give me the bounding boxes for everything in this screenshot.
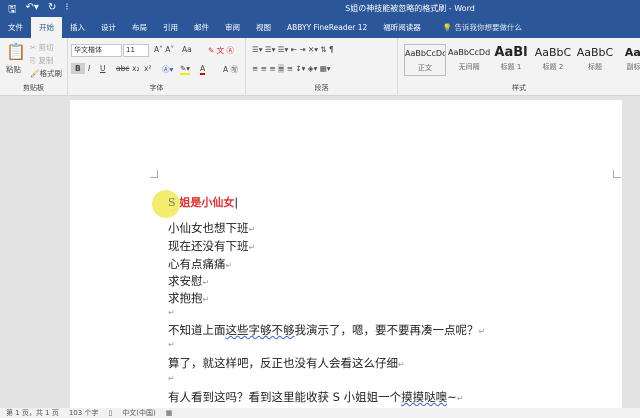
- paragraph-mark: ↵: [168, 374, 175, 383]
- style-title[interactable]: AaBbC 标题: [574, 44, 616, 76]
- macro-icon[interactable]: ▦: [166, 408, 173, 418]
- paragraph-label: 段落: [314, 84, 329, 92]
- text-effects-icon[interactable]: Ⓐ▾: [162, 64, 173, 75]
- style-subtitle[interactable]: AaB副标题: [616, 44, 640, 76]
- style-heading-2[interactable]: AaBbC 标题 2: [532, 44, 574, 76]
- font-size-combo[interactable]: 11: [123, 44, 149, 57]
- crop-mark: [613, 170, 621, 178]
- doc-paragraph[interactable]: 算了，就这样吧，反正也没有人会看这么仔细↵: [168, 355, 405, 371]
- doc-line[interactable]: 心有点痛痛↵: [168, 256, 232, 272]
- doc-line[interactable]: 小仙女也想下班↵: [168, 220, 255, 236]
- window-title: S姐の神技能被忽略的格式刷 - Word: [345, 4, 475, 13]
- tab-view[interactable]: 视图: [248, 17, 279, 38]
- tell-me-text: 告诉我你想要做什么: [454, 23, 522, 32]
- title-bar: 🖫 ↶▾ ↻ ⁝ S姐の神技能被忽略的格式刷 - Word: [0, 0, 640, 17]
- clear-format-icon[interactable]: ✎ 文 Ⓐ: [208, 45, 234, 56]
- list-icons[interactable]: ☰▾ ☰▾ ☰▾ ⇤ ⇥ ✕▾ ⇅ ¶: [252, 45, 334, 54]
- strikethrough-button[interactable]: abc: [116, 64, 129, 73]
- paragraph-mark: ↵: [168, 308, 175, 317]
- proofing-icon[interactable]: ▯: [108, 408, 112, 418]
- underline-button[interactable]: U: [100, 64, 106, 73]
- style-heading-1[interactable]: AaBl 标题 1: [490, 44, 532, 76]
- tab-file[interactable]: 文件: [0, 17, 31, 38]
- crop-mark: [150, 170, 158, 178]
- ribbon-tabs: 文件 开始 插入 设计 布局 引用 邮件 审阅 视图 ABBYY FineRea…: [0, 17, 640, 38]
- tab-review[interactable]: 审阅: [217, 17, 248, 38]
- change-case-button[interactable]: Aa: [182, 45, 192, 54]
- styles-label: 样式: [512, 84, 526, 92]
- tab-insert[interactable]: 插入: [62, 17, 93, 38]
- paragraph-group: ☰▾ ☰▾ ☰▾ ⇤ ⇥ ✕▾ ⇅ ¶ ≡ ≡ ≡ ≡ ≡ ↕▾ ◈▾ ▦▾ 段…: [246, 38, 398, 96]
- tab-references[interactable]: 引用: [155, 17, 186, 38]
- font-name-combo[interactable]: 华文楷体: [71, 44, 122, 57]
- font-group: 华文楷体 11 A˄ A˅ Aa ✎ 文 Ⓐ B I U abc x₂ x² Ⓐ…: [68, 38, 246, 96]
- styles-group: AaBbCcDd 正文 AaBbCcDd 无间隔 AaBl 标题 1 AaBbC 标题 …: [398, 38, 640, 96]
- tab-abbyy[interactable]: ABBYY FineReader 12: [279, 17, 375, 38]
- tell-me-search[interactable]: 💡 告诉我你想要做什么: [435, 17, 530, 38]
- font-label: 字体: [149, 84, 164, 92]
- tab-mailings[interactable]: 邮件: [186, 17, 217, 38]
- subscript-button[interactable]: x₂: [132, 64, 139, 73]
- lightbulb-icon: 💡: [442, 23, 453, 32]
- doc-line[interactable]: 现在还没有下班↵: [168, 238, 255, 254]
- paste-button[interactable]: 粘贴: [6, 64, 21, 75]
- language[interactable]: 中文(中国): [122, 408, 155, 418]
- word-count[interactable]: 103 个字: [69, 408, 99, 418]
- page-count[interactable]: 第 1 页，共 1 页: [6, 408, 59, 418]
- status-bar: 第 1 页，共 1 页 103 个字 ▯ 中文(中国) ▦: [0, 408, 640, 418]
- clipboard-group: 📋 粘贴 ✂ 剪切 ⎘ 复制 🖌格式刷 剪贴板: [0, 38, 68, 96]
- style-no-spacing[interactable]: AaBbCcDd 无间隔: [448, 44, 490, 76]
- doc-line[interactable]: 求安慰↵: [168, 273, 209, 289]
- style-normal[interactable]: AaBbCcDd 正文: [404, 44, 446, 76]
- doc-line[interactable]: 求抱抱↵: [168, 290, 209, 306]
- highlight-icon[interactable]: ✎▾: [180, 64, 191, 75]
- tab-foxit[interactable]: 福昕阅读器: [375, 17, 429, 38]
- paste-icon[interactable]: 📋: [6, 42, 26, 61]
- clipboard-label: 剪贴板: [23, 84, 44, 92]
- bold-button[interactable]: B: [71, 63, 85, 74]
- doc-paragraph[interactable]: 有人看到这吗？看到这里能收获 S 小姐姐一个摸摸哒噢~↵: [168, 389, 463, 405]
- superscript-button[interactable]: x²: [144, 64, 151, 73]
- doc-paragraph[interactable]: 不知道上面这些字够不够我演示了，嗯，要不要再凑一点呢？↵: [168, 322, 485, 338]
- paragraph-mark: ↵: [168, 340, 175, 349]
- tab-home[interactable]: 开始: [31, 17, 62, 38]
- tab-design[interactable]: 设计: [93, 17, 124, 38]
- align-icons[interactable]: ≡ ≡ ≡ ≡ ≡ ↕▾ ◈▾ ▦▾: [252, 64, 331, 73]
- font-color-button[interactable]: A: [200, 64, 206, 75]
- copy-button[interactable]: ⎘ 复制: [30, 55, 53, 66]
- tab-layout[interactable]: 布局: [124, 17, 155, 38]
- cut-button[interactable]: ✂ 剪切: [30, 42, 54, 53]
- char-shading-icon[interactable]: A ㊢: [223, 64, 238, 75]
- doc-heading[interactable]: S 姐是小仙女|: [168, 194, 238, 210]
- format-painter-button[interactable]: 🖌格式刷: [30, 68, 62, 79]
- grow-font-button[interactable]: A˄ A˅: [154, 45, 174, 54]
- italic-button[interactable]: I: [88, 64, 90, 73]
- ribbon: 📋 粘贴 ✂ 剪切 ⎘ 复制 🖌格式刷 剪贴板 华文楷体 11 A˄ A˅ Aa…: [0, 38, 640, 96]
- brush-icon: 🖌: [30, 69, 40, 78]
